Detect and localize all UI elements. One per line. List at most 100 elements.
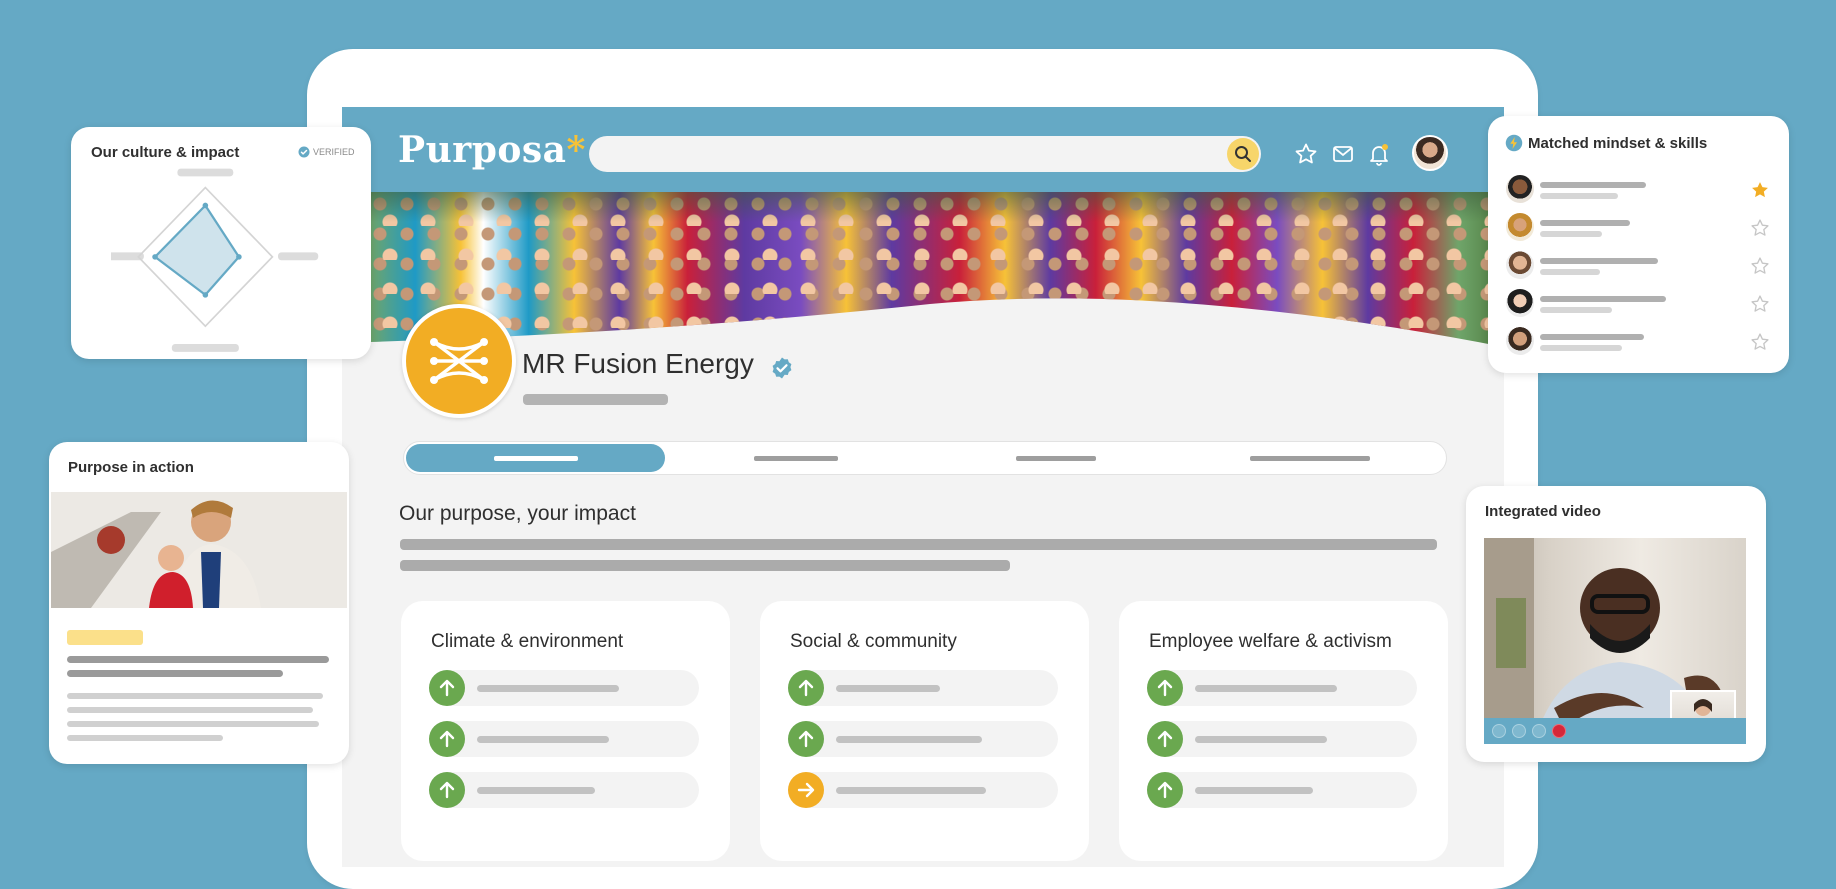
impact-item xyxy=(429,670,699,706)
star-filled-icon[interactable] xyxy=(1750,180,1770,200)
culture-impact-widget: Our culture & impact VERIFIED xyxy=(71,127,371,359)
candidate-name-placeholder xyxy=(1540,296,1666,302)
candidate-avatar xyxy=(1506,175,1534,203)
item-placeholder xyxy=(836,787,986,794)
star-outline-icon[interactable] xyxy=(1750,256,1770,276)
item-placeholder xyxy=(836,736,982,743)
candidate-detail-placeholder xyxy=(1540,231,1602,237)
impact-card-social: Social & community xyxy=(760,601,1089,861)
text-placeholder-line xyxy=(67,735,223,741)
text-placeholder-line xyxy=(67,670,283,677)
tab-label-placeholder xyxy=(1250,456,1370,461)
item-placeholder xyxy=(1195,685,1337,692)
purpose-photo xyxy=(51,492,347,608)
impact-item xyxy=(429,721,699,757)
family-photo-illustration xyxy=(51,492,347,608)
user-avatar[interactable] xyxy=(1412,135,1448,171)
impact-item xyxy=(1147,772,1417,808)
candidate-row[interactable] xyxy=(1506,289,1766,319)
search-button[interactable] xyxy=(1227,138,1259,170)
item-placeholder xyxy=(1195,736,1327,743)
lightning-icon xyxy=(1505,134,1523,152)
search-icon xyxy=(1235,146,1251,162)
camera-button[interactable] xyxy=(1512,724,1526,738)
item-placeholder xyxy=(477,736,609,743)
video-call-view[interactable] xyxy=(1484,538,1746,744)
candidate-name-placeholder xyxy=(1540,334,1644,340)
candidate-detail-placeholder xyxy=(1540,345,1622,351)
text-placeholder-line xyxy=(67,707,313,713)
brand-asterisk: * xyxy=(566,129,586,171)
text-placeholder-line xyxy=(67,656,329,663)
tab-4[interactable] xyxy=(1194,444,1444,472)
verified-icon xyxy=(772,357,792,379)
star-outline-icon[interactable] xyxy=(1750,294,1770,314)
impact-card-climate: Climate & environment xyxy=(401,601,730,861)
company-name: MR Fusion Energy xyxy=(522,348,754,379)
bell-icon[interactable] xyxy=(1367,142,1391,166)
more-options-button[interactable] xyxy=(1532,724,1546,738)
matched-mindset-widget: Matched mindset & skills xyxy=(1488,116,1789,373)
text-placeholder-line xyxy=(67,721,319,727)
up-arrow-icon xyxy=(788,670,824,706)
candidate-name-placeholder xyxy=(1540,258,1658,264)
widget-title: Matched mindset & skills xyxy=(1528,135,1708,152)
up-arrow-icon xyxy=(429,772,465,808)
banner-photo xyxy=(370,192,1504,352)
candidate-row[interactable] xyxy=(1506,175,1766,205)
company-subtitle-placeholder xyxy=(523,394,668,405)
up-arrow-icon xyxy=(1147,721,1183,757)
impact-item xyxy=(1147,670,1417,706)
company-logo xyxy=(402,304,516,418)
tab-2[interactable] xyxy=(674,444,924,472)
paragraph-placeholder-line xyxy=(400,539,1437,550)
verified-tag: VERIFIED xyxy=(298,146,355,158)
right-arrow-icon xyxy=(788,772,824,808)
impact-item xyxy=(429,772,699,808)
star-icon[interactable] xyxy=(1294,142,1318,166)
star-outline-icon[interactable] xyxy=(1750,218,1770,238)
impact-item xyxy=(788,721,1058,757)
radar-chart xyxy=(111,168,319,352)
widget-title: Purpose in action xyxy=(68,459,194,476)
card-title: Social & community xyxy=(790,631,957,652)
item-placeholder xyxy=(1195,787,1313,794)
highlight-placeholder xyxy=(67,630,143,645)
widget-title: Our culture & impact xyxy=(91,144,240,161)
up-arrow-icon xyxy=(429,721,465,757)
item-placeholder xyxy=(836,685,940,692)
brand-logo[interactable]: Purposa* xyxy=(398,129,586,171)
candidate-detail-placeholder xyxy=(1540,193,1618,199)
candidate-avatar xyxy=(1506,213,1534,241)
card-title: Climate & environment xyxy=(431,631,624,652)
card-title: Employee welfare & activism xyxy=(1149,631,1392,652)
up-arrow-icon xyxy=(1147,670,1183,706)
widget-title: Integrated video xyxy=(1485,503,1601,520)
mail-icon[interactable] xyxy=(1331,142,1355,166)
end-call-button[interactable] xyxy=(1552,724,1566,738)
mic-button[interactable] xyxy=(1492,724,1506,738)
candidate-avatar xyxy=(1506,251,1534,279)
tab-1[interactable] xyxy=(406,444,665,472)
candidate-avatar xyxy=(1506,289,1534,317)
star-outline-icon[interactable] xyxy=(1750,332,1770,352)
candidate-row[interactable] xyxy=(1506,251,1766,281)
candidate-row[interactable] xyxy=(1506,213,1766,243)
profile-tabs xyxy=(403,441,1447,475)
search-input[interactable] xyxy=(589,136,1261,172)
item-placeholder xyxy=(477,685,619,692)
brand-name: Purposa xyxy=(398,129,567,171)
video-controls-bar xyxy=(1484,718,1746,744)
impact-item xyxy=(788,772,1058,808)
tab-3[interactable] xyxy=(934,444,1184,472)
tab-label-placeholder xyxy=(1016,456,1096,461)
network-logo-icon xyxy=(430,338,488,384)
item-placeholder xyxy=(477,787,595,794)
impact-item xyxy=(788,670,1058,706)
text-placeholder-line xyxy=(67,693,323,699)
candidate-detail-placeholder xyxy=(1540,269,1600,275)
impact-item xyxy=(1147,721,1417,757)
candidate-row[interactable] xyxy=(1506,327,1766,357)
candidate-name-placeholder xyxy=(1540,182,1646,188)
purpose-in-action-widget: Purpose in action xyxy=(49,442,349,764)
